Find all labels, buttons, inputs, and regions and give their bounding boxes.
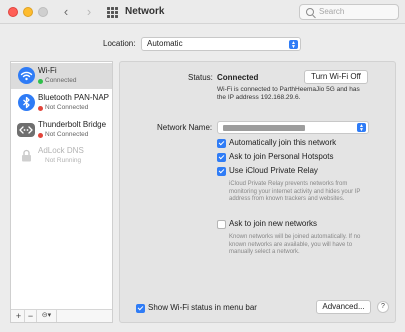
zoom-window-button[interactable] [38,7,48,17]
status-value: Connected [217,73,259,82]
sidebar-item-status: Not Connected [38,131,88,139]
title-bar: ‹ › Network Search [0,0,405,24]
network-name-select[interactable]: ▲ ▼ [217,121,369,134]
search-field[interactable]: Search [299,4,399,20]
sidebar-item-adlock-dns[interactable]: AdLock DNS Not Running [11,143,112,169]
ask-hotspots-checkbox[interactable] [217,153,226,162]
network-name-label: Network Name: [157,123,213,132]
show-all-grid-icon[interactable] [107,7,118,18]
thunderbolt-bridge-icon [17,123,35,137]
remove-service-button[interactable]: − [25,310,37,322]
status-dot-red [38,105,43,111]
advanced-button[interactable]: Advanced... [316,300,371,314]
window-title: Network [125,6,165,17]
location-value: Automatic [147,39,183,48]
sidebar-item-status: Not Connected [38,104,88,112]
add-service-button[interactable]: + [13,310,25,322]
status-description: Wi-Fi is connected to ParthHeemaJio 5G a… [217,86,360,101]
status-label: Status: [188,73,213,82]
ask-hotspots-label: Ask to join Personal Hotspots [229,152,334,161]
show-wifi-status-checkbox[interactable] [136,304,145,313]
redacted-network-name [223,125,305,131]
minimize-window-button[interactable] [23,7,33,17]
sidebar-item-label: AdLock DNS [38,146,84,155]
sidebar-item-status: Not Running [45,157,82,164]
service-list: Wi-Fi Connected Bluetooth PAN-NAP Not Co… [10,61,113,323]
sidebar-item-label: Wi-Fi [38,66,57,75]
location-select[interactable]: Automatic ▲ ▼ [141,37,301,51]
action-menu-button[interactable]: ⊝▾ [37,310,57,322]
sidebar-item-bluetooth-pan[interactable]: Bluetooth PAN-NAP Not Connected [11,90,112,116]
sidebar-item-wifi[interactable]: Wi-Fi Connected [11,63,112,89]
auto-join-checkbox[interactable] [217,139,226,148]
close-window-button[interactable] [8,7,18,17]
lock-icon [21,149,32,162]
auto-join-label: Automatically join this network [229,138,337,147]
sidebar-item-status: Connected [38,77,76,85]
bluetooth-icon [18,94,35,111]
status-dot-red [38,132,43,138]
status-dot-green [38,78,43,84]
private-relay-help-text: iCloud Private Relay prevents networks f… [229,181,361,202]
sidebar-item-label: Bluetooth PAN-NAP [38,93,109,102]
ask-new-networks-label: Ask to join new networks [229,219,318,228]
up-down-chevron-icon: ▲ ▼ [357,123,366,132]
search-icon [306,8,314,16]
back-chevron-icon[interactable]: ‹ [59,4,73,20]
private-relay-label: Use iCloud Private Relay [229,166,318,175]
wifi-icon [18,67,35,84]
turn-wifi-off-button[interactable]: Turn Wi-Fi Off [304,70,368,84]
sidebar-item-thunderbolt-bridge[interactable]: Thunderbolt Bridge Not Connected [11,117,112,143]
help-button[interactable]: ? [377,301,389,313]
ask-new-networks-help-text: Known networks will be joined automatica… [229,234,361,255]
show-wifi-status-label: Show Wi-Fi status in menu bar [148,303,257,312]
location-label: Location: [103,39,136,48]
private-relay-checkbox[interactable] [217,167,226,176]
sidebar-item-label: Thunderbolt Bridge [38,120,107,129]
search-placeholder: Search [319,7,345,16]
forward-chevron-icon[interactable]: › [82,4,96,20]
sidebar-footer: + − ⊝▾ [11,309,112,322]
up-down-chevron-icon: ▲ ▼ [289,40,298,49]
ask-new-networks-checkbox[interactable] [217,220,226,229]
